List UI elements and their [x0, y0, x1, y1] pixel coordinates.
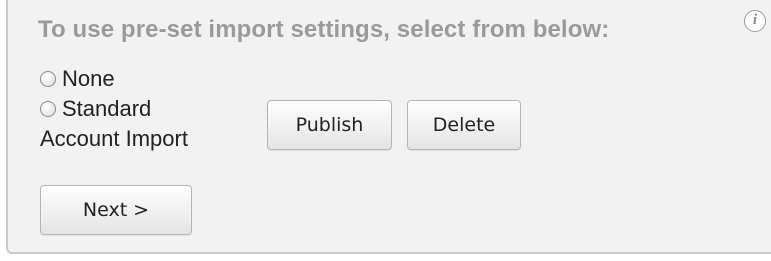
option-standard-label-line2: Account Import — [40, 126, 188, 151]
radio-standard-account-import[interactable] — [40, 101, 56, 117]
import-settings-panel: To use pre-set import settings, select f… — [6, 0, 771, 254]
option-standard-label-line1: Standard — [62, 96, 152, 121]
next-button[interactable]: Next > — [40, 185, 192, 235]
option-standard-account-import[interactable]: Standard — [40, 96, 151, 122]
option-none-label: None — [62, 66, 115, 91]
section-heading: To use pre-set import settings, select f… — [38, 16, 610, 43]
radio-none[interactable] — [40, 71, 56, 87]
publish-button[interactable]: Publish — [267, 100, 392, 150]
info-icon[interactable]: i — [744, 10, 766, 32]
option-none[interactable]: None — [40, 66, 115, 92]
delete-button[interactable]: Delete — [407, 100, 521, 150]
